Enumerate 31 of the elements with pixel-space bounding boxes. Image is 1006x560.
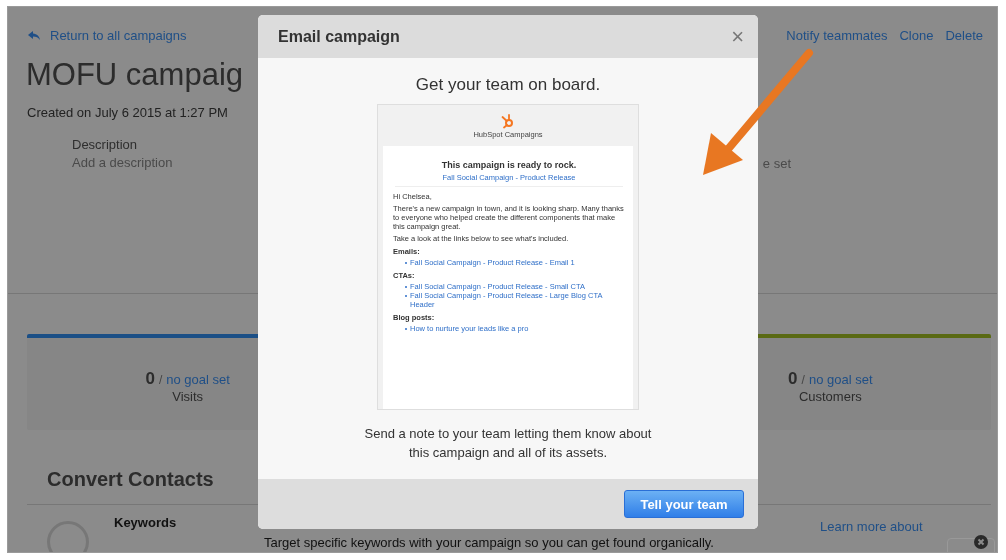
action-link[interactable]: Clone (899, 28, 934, 43)
email-headline: This campaign is ready to rock. (440, 160, 578, 170)
separator-text: / (801, 372, 805, 387)
back-link[interactable]: Return to all campaigns (27, 28, 187, 43)
close-button[interactable]: × (731, 25, 744, 48)
close-icon[interactable] (974, 535, 988, 549)
goal-link[interactable]: no goal set (808, 371, 873, 387)
goal-text: e set (762, 156, 791, 171)
goal-link[interactable]: no goal set (166, 371, 230, 387)
circle-icon (47, 521, 89, 552)
sprocket-logo-icon (501, 113, 515, 129)
description-prompt[interactable]: Add a description (72, 155, 173, 170)
action-link[interactable]: Delete (945, 28, 983, 43)
stat-label: Customers (798, 388, 862, 404)
reply-arrow-icon (27, 29, 41, 42)
created-date: Created on July 6 2015 at 1:27 PM (27, 105, 228, 120)
item-title: Keywords (114, 515, 178, 530)
learn-more-link[interactable]: Learn more about (820, 519, 923, 534)
modal-title: Email campaign (278, 27, 400, 46)
separator-text: / (158, 372, 163, 387)
section-title: Convert Contacts (47, 468, 214, 491)
action-link[interactable]: Notify teammates (786, 28, 888, 43)
modal-heading: Get your team on board. (415, 75, 601, 95)
stat-value: 0 (788, 368, 798, 389)
stat-label: Visits (172, 388, 204, 404)
item-description: Target specific keywords with your campaign so you can get found organically. (264, 535, 714, 550)
tell-your-team-button[interactable]: Tell your team (624, 490, 744, 518)
description-label: Description (72, 137, 139, 152)
campaign-title: MOFU campaig (26, 56, 244, 94)
modal-description: Send a note to your team letting them know about this campaign and all of its assets. (363, 425, 653, 462)
stat-value: 0 (145, 368, 155, 389)
